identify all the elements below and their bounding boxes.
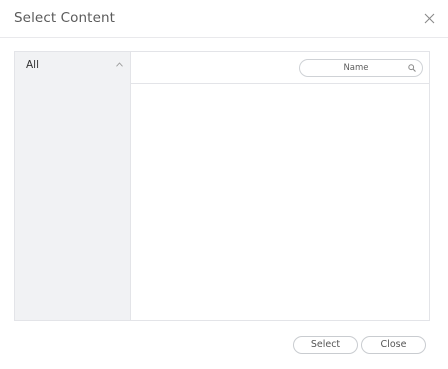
select-content-dialog: Select Content All Name Select Close <box>0 0 448 369</box>
select-button[interactable]: Select <box>293 336 358 354</box>
content-list <box>131 84 429 320</box>
content-toolbar <box>131 52 429 84</box>
tree-item-all[interactable]: All <box>15 52 130 78</box>
dialog-title: Select Content <box>14 10 116 26</box>
search-icon[interactable] <box>408 64 416 72</box>
tree-item-label: All <box>26 59 40 71</box>
close-button[interactable]: Close <box>361 336 426 354</box>
search-box <box>299 59 423 77</box>
content-pane <box>131 52 429 320</box>
chevron-up-icon[interactable] <box>116 62 123 67</box>
close-icon[interactable] <box>424 13 435 24</box>
dialog-header: Select Content <box>0 0 448 38</box>
content-browser: All <box>14 51 430 321</box>
folder-tree: All <box>15 52 131 320</box>
search-input[interactable] <box>310 61 402 75</box>
